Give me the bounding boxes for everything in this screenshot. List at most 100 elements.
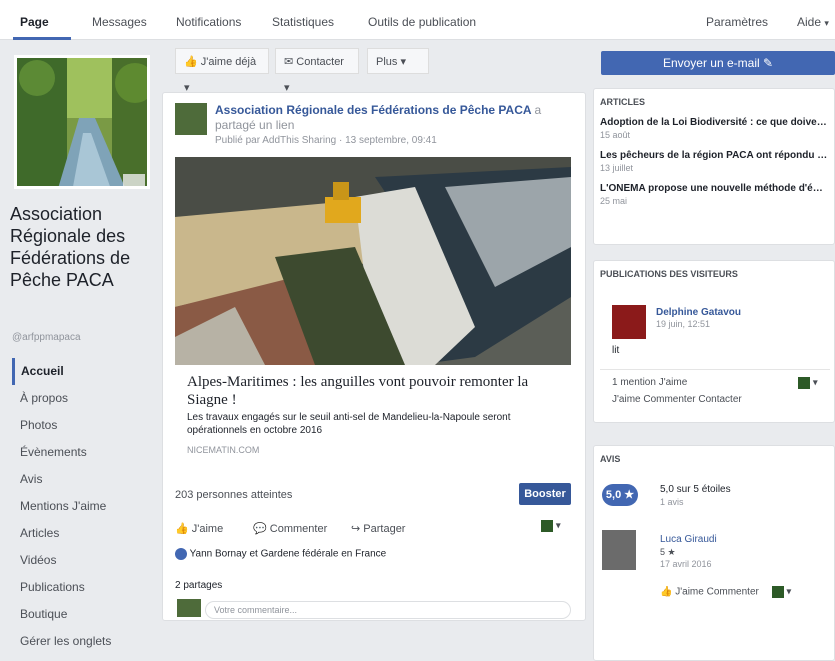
comment-action[interactable]: 💬 Commenter bbox=[253, 522, 327, 535]
send-email-button[interactable]: Envoyer un e-mail ✎ bbox=[601, 51, 835, 75]
thumbs-up-icon: 👍 bbox=[184, 56, 198, 68]
more-label: Plus bbox=[376, 56, 398, 68]
profile-picture[interactable] bbox=[14, 55, 150, 189]
sidebar-item-publications[interactable]: Publications bbox=[12, 574, 158, 601]
help-label: Aide bbox=[797, 15, 822, 29]
sidebar-item-photos[interactable]: Photos bbox=[12, 412, 158, 439]
article-item[interactable]: Les pêcheurs de la région PACA ont répon… bbox=[594, 146, 834, 179]
tab-statistics[interactable]: Statistiques bbox=[272, 15, 334, 29]
reviewer-date: 17 avril 2016 bbox=[660, 559, 712, 569]
help-link[interactable]: Aide ▾ bbox=[797, 15, 829, 29]
article-title[interactable]: L'ONEMA propose une nouvelle méthode d'é… bbox=[600, 183, 828, 194]
thumbs-up-icon: 👍 bbox=[660, 586, 673, 598]
contact-button[interactable]: ✉ Contacter ▾ bbox=[275, 48, 359, 94]
sidebar-item-a-propos[interactable]: À propos bbox=[12, 385, 158, 412]
post-headline[interactable]: Alpes-Maritimes : les anguilles vont pou… bbox=[187, 373, 567, 409]
tab-publishing-tools[interactable]: Outils de publication bbox=[368, 15, 476, 29]
more-button[interactable]: Plus ▾ bbox=[367, 48, 429, 74]
sidebar-item-avis[interactable]: Avis bbox=[12, 466, 158, 493]
sidebar-item-evenements[interactable]: Évènements bbox=[12, 439, 158, 466]
reviewer-name[interactable]: Luca Giraudi bbox=[660, 534, 717, 545]
left-column: Association Régionale des Fédérations de… bbox=[0, 40, 160, 648]
post-meta: Publié par AddThis Sharing · 13 septembr… bbox=[215, 135, 437, 146]
commenter-avatar bbox=[177, 599, 201, 617]
sidebar-nav: Accueil À propos Photos Évènements Avis … bbox=[12, 358, 158, 655]
article-date: 25 mai bbox=[600, 196, 628, 206]
share-label: Partager bbox=[363, 523, 406, 535]
post-author-avatar[interactable] bbox=[175, 103, 207, 135]
review-actions[interactable]: 👍 J'aime Commenter ▾ bbox=[660, 586, 791, 598]
article-title[interactable]: Les pêcheurs de la région PACA ont répon… bbox=[600, 150, 828, 161]
chevron-down-icon: ▾ bbox=[824, 18, 829, 28]
rating-badge: 5,0 ★ bbox=[602, 484, 638, 506]
river-photo bbox=[17, 58, 147, 186]
article-item[interactable]: L'ONEMA propose une nouvelle méthode d'é… bbox=[594, 179, 834, 212]
sidebar-item-accueil[interactable]: Accueil bbox=[12, 358, 158, 385]
sidebar-item-boutique[interactable]: Boutique bbox=[12, 601, 158, 628]
share-action[interactable]: ↪ Partager bbox=[351, 522, 405, 535]
sidebar-item-gerer-onglets[interactable]: Gérer les onglets bbox=[12, 628, 158, 655]
right-column: Envoyer un e-mail ✎ ARTICLES Adoption de… bbox=[593, 40, 835, 661]
message-icon: ✉ bbox=[284, 56, 294, 68]
visitor-actions[interactable]: J'aime Commenter Contacter bbox=[612, 394, 742, 405]
visitor-name[interactable]: Delphine Gatavou bbox=[656, 307, 741, 318]
page-top-navigation: Page Messages Notifications Statistiques… bbox=[0, 0, 835, 40]
post-author[interactable]: Association Régionale des Fédérations de… bbox=[215, 103, 575, 133]
tab-page[interactable]: Page bbox=[20, 15, 49, 29]
like-reaction-icon bbox=[175, 548, 187, 560]
post-likers-text[interactable]: Yann Bornay et Gardene fédérale en Franc… bbox=[190, 549, 387, 560]
sidebar-item-mentions-jaime[interactable]: Mentions J'aime bbox=[12, 493, 158, 520]
camera-icon bbox=[123, 174, 145, 186]
liked-label: J'aime déjà bbox=[200, 56, 257, 68]
post-as-selector[interactable]: ▾ bbox=[798, 377, 818, 389]
article-title[interactable]: Adoption de la Loi Biodiversité : ce que… bbox=[600, 117, 828, 128]
like-action[interactable]: 👍 J'aime bbox=[175, 522, 223, 535]
tab-notifications[interactable]: Notifications bbox=[176, 15, 241, 29]
post-as-selector[interactable]: ▾ bbox=[541, 520, 561, 532]
rating-count[interactable]: 1 avis bbox=[660, 497, 684, 507]
post-reaction-bar: 👍 J'aime 💬 Commenter ↪ Partager ▾ bbox=[175, 518, 571, 540]
article-date: 13 juillet bbox=[600, 163, 634, 173]
reviewer-score: 5 ★ bbox=[660, 547, 676, 557]
article-item[interactable]: Adoption de la Loi Biodiversité : ce que… bbox=[594, 113, 834, 146]
divider bbox=[600, 369, 830, 370]
comment-input[interactable]: Votre commentaire... bbox=[205, 601, 571, 619]
post-card: Association Régionale des Fédérations de… bbox=[162, 92, 586, 621]
construction-photo bbox=[175, 157, 571, 365]
tab-messages[interactable]: Messages bbox=[92, 15, 147, 29]
visitor-posts-card: PUBLICATIONS DES VISITEURS Delphine Gata… bbox=[593, 260, 835, 423]
reviews-title: AVIS bbox=[600, 454, 621, 464]
comment-label: Commenter bbox=[269, 523, 328, 535]
visitor-avatar[interactable] bbox=[612, 305, 646, 339]
liked-button[interactable]: 👍 J'aime déjà ▾ bbox=[175, 48, 269, 94]
article-date: 15 août bbox=[600, 130, 631, 140]
visitor-text: lit bbox=[612, 345, 620, 356]
page-handle[interactable]: @arfppmapaca bbox=[12, 332, 81, 343]
post-image[interactable] bbox=[175, 157, 571, 365]
post-author-name[interactable]: Association Régionale des Fédérations de… bbox=[215, 103, 531, 117]
post-description: Les travaux engagés sur le seuil anti-se… bbox=[187, 412, 511, 436]
thumbs-up-icon: 👍 bbox=[175, 523, 189, 535]
page-avatar-icon bbox=[771, 586, 784, 598]
comment-icon: 💬 bbox=[253, 523, 267, 535]
sidebar-item-articles[interactable]: Articles bbox=[12, 520, 158, 547]
post-likers[interactable]: Yann Bornay et Gardene fédérale en Franc… bbox=[175, 548, 571, 560]
share-icon: ↪ bbox=[351, 523, 361, 535]
articles-card: ARTICLES Adoption de la Loi Biodiversité… bbox=[593, 88, 835, 245]
page-avatar-icon bbox=[798, 377, 810, 389]
articles-title: ARTICLES bbox=[600, 97, 645, 107]
post-shares-count[interactable]: 2 partages bbox=[175, 580, 222, 591]
visitor-likes[interactable]: 1 mention J'aime bbox=[612, 377, 687, 388]
pencil-icon: ✎ bbox=[763, 56, 774, 70]
visitor-date: 19 juin, 12:51 bbox=[656, 319, 711, 329]
settings-link[interactable]: Paramètres bbox=[706, 15, 768, 29]
contact-label: Contacter bbox=[296, 56, 344, 68]
send-email-label: Envoyer un e-mail bbox=[662, 56, 760, 70]
post-domain: NICEMATIN.COM bbox=[187, 445, 260, 455]
review-actions-label[interactable]: J'aime Commenter bbox=[675, 587, 759, 598]
post-reach[interactable]: 203 personnes atteintes bbox=[175, 489, 292, 501]
reviewer-avatar[interactable] bbox=[602, 530, 636, 570]
sidebar-item-videos[interactable]: Vidéos bbox=[12, 547, 158, 574]
reviews-card: AVIS 5,0 ★ 5,0 sur 5 étoiles 1 avis Luca… bbox=[593, 445, 835, 661]
boost-button[interactable]: Booster bbox=[519, 483, 571, 505]
